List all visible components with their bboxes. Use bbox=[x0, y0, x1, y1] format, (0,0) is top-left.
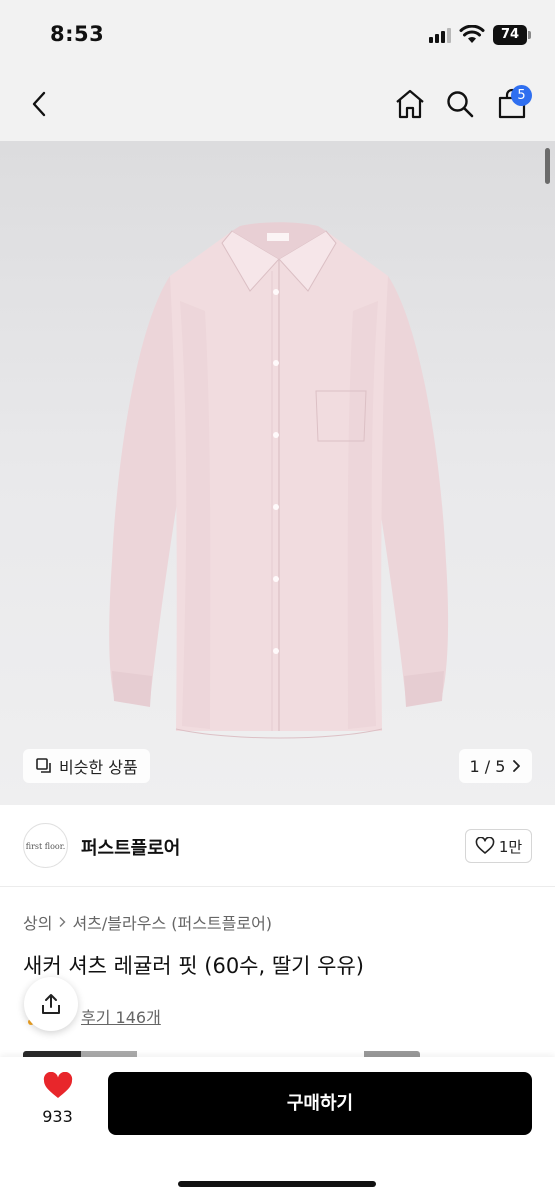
brand-row[interactable]: first floor. 퍼스트플로어 1만 bbox=[0, 805, 555, 887]
buy-button[interactable]: 구매하기 bbox=[108, 1072, 532, 1135]
review-count-link[interactable]: 후기 146개 bbox=[81, 1004, 161, 1028]
similar-products-button[interactable]: 비슷한 상품 bbox=[23, 749, 150, 783]
wifi-icon bbox=[459, 25, 485, 43]
similar-products-label: 비슷한 상품 bbox=[59, 758, 138, 777]
image-pager-label: 1 / 5 bbox=[469, 756, 506, 776]
status-time: 8:53 bbox=[50, 22, 105, 46]
home-icon bbox=[396, 89, 424, 119]
brand-like-count: 1만 bbox=[498, 837, 523, 856]
heart-outline-icon bbox=[475, 837, 495, 854]
battery-level: 74 bbox=[493, 25, 527, 45]
scrollbar-thumb[interactable] bbox=[545, 148, 550, 184]
breadcrumb-subcategory[interactable]: 셔츠/블라우스 (퍼스트플로어) bbox=[72, 910, 272, 934]
copy-icon bbox=[36, 758, 51, 773]
product-image[interactable] bbox=[0, 141, 555, 805]
wishlist-count: 933 bbox=[42, 1107, 73, 1126]
breadcrumb-category[interactable]: 상의 bbox=[23, 910, 52, 934]
chevron-right-icon bbox=[513, 760, 521, 772]
product-title: 새커 셔츠 레귤러 핏 (60수, 딸기 우유) bbox=[23, 954, 364, 978]
home-indicator bbox=[178, 1181, 376, 1187]
image-pager[interactable]: 1 / 5 bbox=[459, 749, 532, 783]
brand-like-button[interactable]: 1만 bbox=[465, 829, 532, 863]
shirt-image bbox=[109, 222, 449, 739]
breadcrumb: 상의 셔츠/블라우스 (퍼스트플로어) bbox=[23, 910, 272, 934]
share-icon bbox=[42, 994, 60, 1014]
brand-name[interactable]: 퍼스트플로어 bbox=[81, 834, 180, 860]
brand-logo: first floor. bbox=[23, 823, 68, 868]
home-button[interactable] bbox=[390, 84, 430, 124]
search-icon bbox=[447, 91, 474, 118]
status-bar: 8:53 74 bbox=[0, 0, 555, 70]
chevron-right-icon bbox=[59, 917, 66, 927]
back-button[interactable] bbox=[20, 84, 60, 124]
search-button[interactable] bbox=[440, 84, 480, 124]
nav-bar bbox=[0, 70, 555, 141]
battery-cap bbox=[528, 31, 531, 39]
chevron-left-icon bbox=[32, 91, 46, 117]
share-button[interactable] bbox=[24, 977, 78, 1031]
cart-count-badge: 5 bbox=[511, 85, 532, 106]
cellular-signal-icon bbox=[429, 27, 451, 43]
heart-filled-icon bbox=[43, 1071, 72, 1098]
